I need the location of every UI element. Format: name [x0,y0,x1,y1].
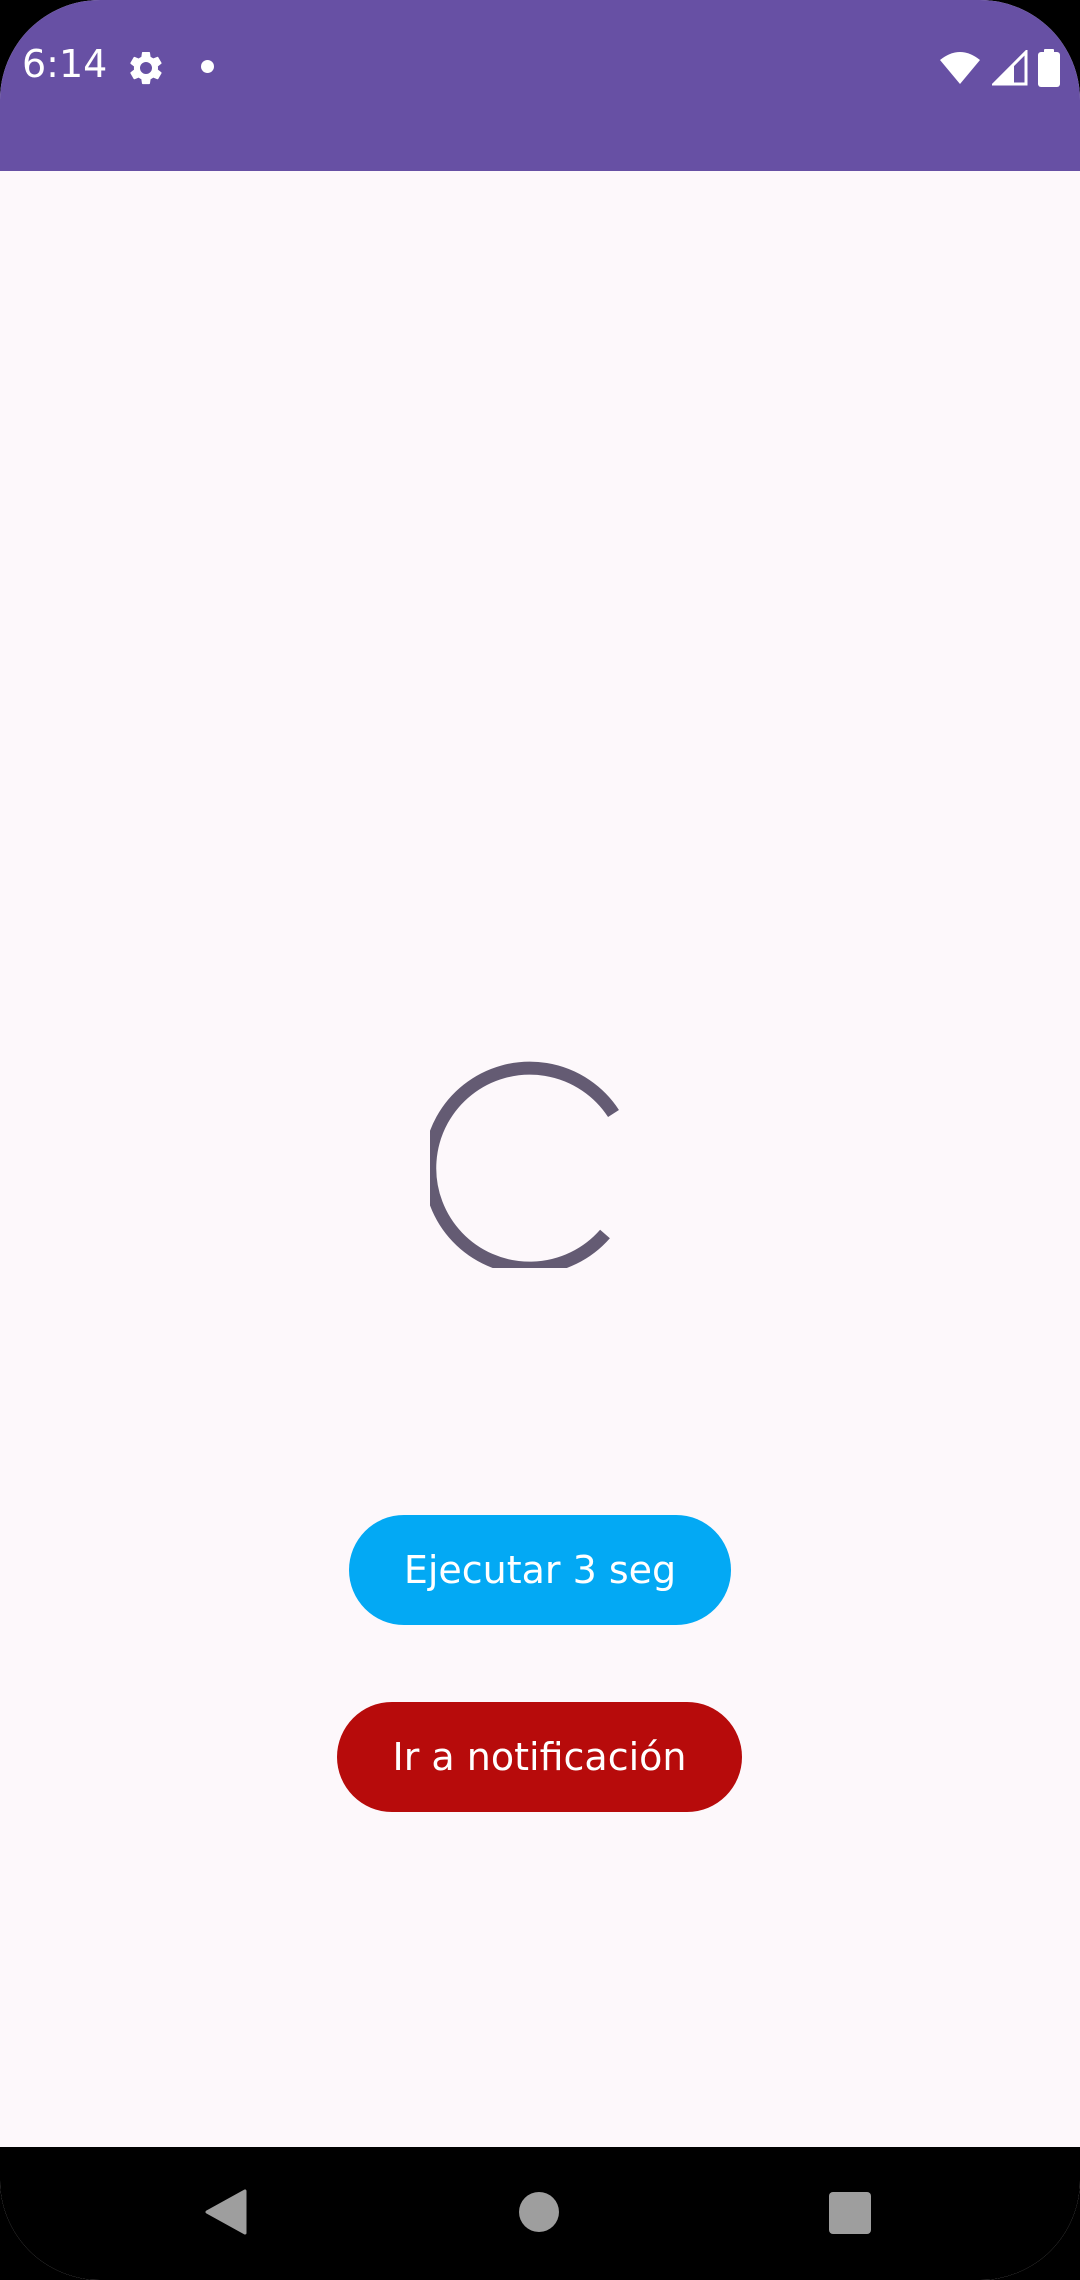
status-bar: 6:14 [0,0,1080,171]
run-3-seconds-button[interactable]: Ejecutar 3 seg [349,1515,731,1625]
notification-dot-icon [201,60,214,73]
status-time: 6:14 [22,42,108,86]
wifi-icon [940,52,980,84]
recents-icon[interactable] [829,2192,871,2234]
navigation-bar [0,2147,1080,2280]
battery-icon [1038,49,1060,87]
progress-spinner-icon [430,1061,619,1268]
gear-icon [130,51,162,85]
phone-screen: 6:14 Ejecutar 3 seg Ir a notificación [0,0,1080,2280]
home-icon[interactable] [519,2192,559,2232]
go-to-notification-button[interactable]: Ir a notificación [337,1702,742,1812]
signal-icon [992,50,1028,86]
back-icon[interactable] [205,2189,247,2235]
status-icons-right [938,48,1060,88]
